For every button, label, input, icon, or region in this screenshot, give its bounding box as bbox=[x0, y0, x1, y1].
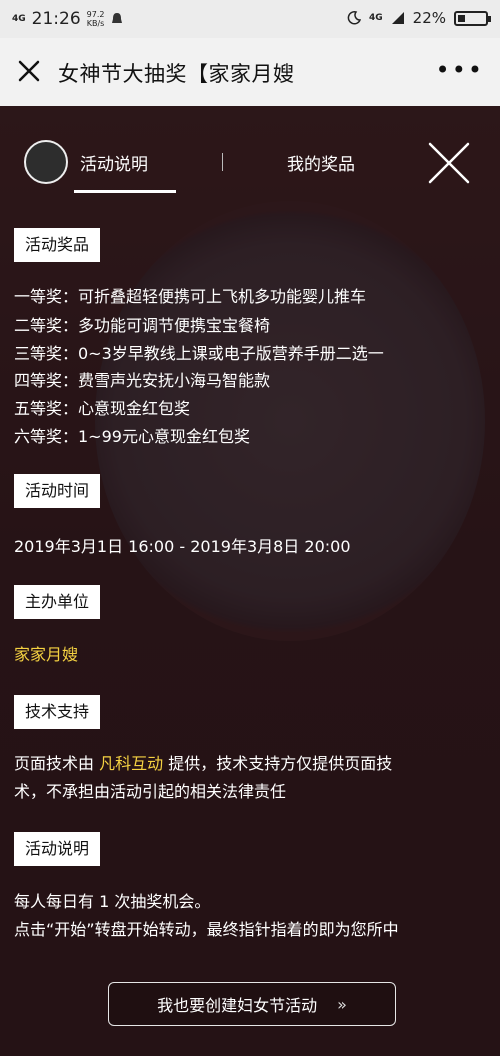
battery-percent: 22% bbox=[412, 9, 446, 27]
activity-time: 2019年3月1日 16:00 - 2019年3月8日 20:00 bbox=[14, 537, 351, 556]
time-heading: 活动时间 bbox=[14, 474, 101, 508]
create-activity-label: 我也要创建妇女节活动 bbox=[157, 996, 318, 1015]
page-title: 女神节大抽奖【家家月嫂 bbox=[58, 62, 295, 86]
clock: 21:26 bbox=[31, 9, 81, 29]
prize-item: 六等奖：1~99元心意现金红包奖 bbox=[14, 427, 250, 446]
prize-item: 五等奖：心意现金红包奖 bbox=[14, 399, 191, 418]
tech-heading: 技术支持 bbox=[14, 695, 101, 729]
battery-icon bbox=[454, 10, 491, 26]
double-chevron-right-icon: » bbox=[337, 994, 347, 1014]
brand-logo bbox=[24, 140, 68, 184]
tab-activity-info[interactable]: 活动说明 bbox=[80, 150, 148, 175]
prizes-heading: 活动奖品 bbox=[14, 228, 101, 262]
tech-support-text: 页面技术由 凡科互动 提供，技术支持方仅提供页面技 bbox=[14, 754, 393, 773]
tech-support-text-line2: 术，不承担由活动引起的相关法律责任 bbox=[14, 782, 287, 801]
organizer-name[interactable]: 家家月嫂 bbox=[14, 641, 78, 665]
network-indicator-right: 4G bbox=[369, 12, 383, 23]
rules-line: 每人每日有 1 次抽奖机会。 bbox=[14, 892, 211, 911]
status-bar: 4G 21:26 97.2 KB/s 4G 22% bbox=[0, 0, 500, 38]
active-tab-indicator bbox=[74, 190, 176, 193]
prize-item: 三等奖：0~3岁早教线上课或电子版营养手册二选一 bbox=[14, 344, 384, 363]
tab-divider bbox=[222, 153, 223, 171]
create-activity-button[interactable]: 我也要创建妇女节活动 » bbox=[108, 982, 396, 1026]
tab-my-prizes[interactable]: 我的奖品 bbox=[287, 150, 355, 175]
rules-line: 点击“开始”转盘开始转动，最终指针指着的即为您所中 bbox=[14, 920, 399, 939]
close-panel-icon[interactable] bbox=[424, 138, 474, 188]
signal-icon bbox=[391, 12, 404, 24]
network-indicator: 4G bbox=[12, 13, 26, 24]
prize-item: 一等奖：可折叠超轻便携可上飞机多功能婴儿推车 bbox=[14, 287, 367, 306]
prize-item: 二等奖：多功能可调节便携宝宝餐椅 bbox=[14, 316, 271, 335]
more-menu-icon[interactable]: ••• bbox=[436, 56, 484, 84]
rules-heading: 活动说明 bbox=[14, 832, 101, 866]
prize-item: 四等奖：费雪声光安抚小海马智能款 bbox=[14, 371, 271, 390]
nav-bar: 女神节大抽奖【家家月嫂 ••• bbox=[0, 38, 500, 106]
tech-company-link[interactable]: 凡科互动 bbox=[99, 754, 163, 773]
close-icon[interactable] bbox=[14, 56, 44, 86]
network-speed: 97.2 KB/s bbox=[86, 10, 105, 28]
notification-icon bbox=[112, 13, 123, 23]
organizer-heading: 主办单位 bbox=[14, 585, 101, 619]
moon-icon bbox=[347, 11, 361, 25]
